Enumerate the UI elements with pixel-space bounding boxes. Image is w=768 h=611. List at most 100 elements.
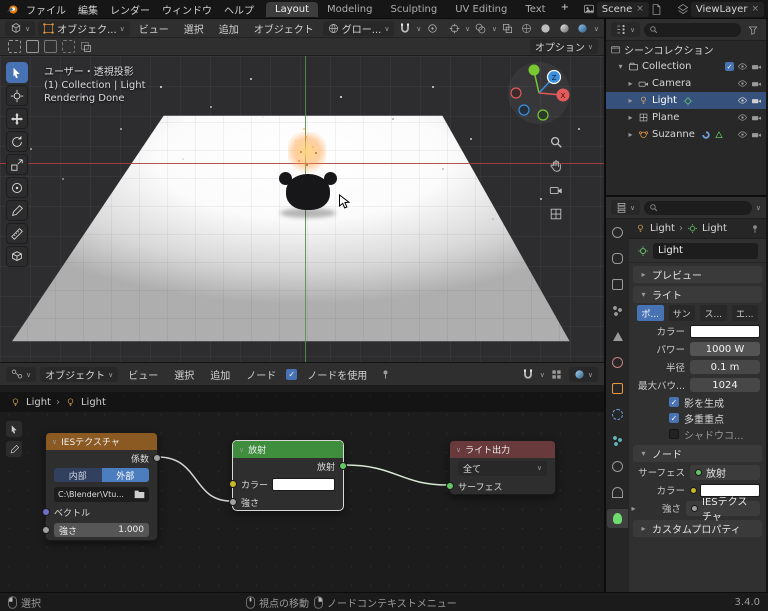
- tool-transform[interactable]: [6, 177, 28, 198]
- tool-add-primitive[interactable]: [6, 246, 28, 267]
- chevron-down-icon[interactable]: [465, 23, 470, 34]
- sh-overlays-icon[interactable]: [549, 366, 565, 382]
- outliner-row-plane[interactable]: ▸ Plane: [606, 109, 766, 126]
- toggle-perspective-icon[interactable]: [548, 206, 564, 222]
- chevron-down-icon[interactable]: [492, 23, 497, 34]
- expand-icon[interactable]: ▾: [616, 62, 625, 71]
- pan-hand-icon[interactable]: [548, 158, 564, 174]
- expand-icon[interactable]: ▸: [626, 113, 635, 122]
- menu-edit[interactable]: 編集: [72, 2, 104, 17]
- editor-type-button-shader[interactable]: [6, 366, 37, 382]
- folder-icon[interactable]: [134, 489, 145, 499]
- shading-solid-icon[interactable]: [538, 20, 554, 36]
- vp-menu-add[interactable]: 追加: [213, 21, 245, 36]
- light-type-point[interactable]: ポ...: [637, 305, 664, 321]
- ies-strength-slider[interactable]: 強さ 1.000: [54, 523, 149, 537]
- select-mode-invert-icon[interactable]: [60, 39, 76, 55]
- sh-menu-add[interactable]: 追加: [204, 367, 236, 382]
- menu-help[interactable]: ヘルプ: [218, 2, 260, 17]
- factor-output-socket[interactable]: [153, 454, 161, 462]
- expand-icon[interactable]: ▸: [626, 96, 635, 105]
- show-gizmo-icon[interactable]: [446, 20, 462, 36]
- tab-constraints[interactable]: [607, 483, 628, 502]
- eye-icon[interactable]: [737, 95, 748, 106]
- editor-type-button-outliner[interactable]: [611, 22, 641, 37]
- shader-editor-canvas[interactable]: Light › Light IESテクスチャ: [0, 386, 604, 592]
- camera-restrict-icon[interactable]: [751, 129, 762, 140]
- sh-snap-magnet-icon[interactable]: [520, 366, 536, 382]
- select-mode-new-icon[interactable]: [6, 39, 22, 55]
- zoom-icon[interactable]: [548, 134, 564, 150]
- scene-unlink-icon[interactable]: ×: [636, 4, 644, 14]
- outliner-search-input[interactable]: [644, 22, 741, 37]
- tab-view-layer[interactable]: [607, 301, 628, 320]
- workspace-tab-uvediting[interactable]: UV Editing: [446, 2, 516, 17]
- overlays-icon[interactable]: [473, 20, 489, 36]
- vp-menu-select[interactable]: 選択: [178, 21, 210, 36]
- transform-orientation-dropdown[interactable]: グロー...: [322, 20, 395, 36]
- pin-icon[interactable]: [377, 366, 393, 382]
- expand-icon[interactable]: ▸: [626, 79, 635, 88]
- mode-dropdown[interactable]: オブジェク...: [38, 20, 130, 36]
- camera-restrict-icon[interactable]: [751, 78, 762, 89]
- node-output-header[interactable]: ライト出力: [450, 441, 555, 458]
- sh-menu-select[interactable]: 選択: [168, 367, 200, 382]
- surface-input-socket[interactable]: [446, 482, 454, 490]
- tool-cursor[interactable]: [6, 85, 28, 106]
- light-data-icon[interactable]: [683, 96, 693, 106]
- shading-material-icon[interactable]: [556, 20, 572, 36]
- chevron-down-icon[interactable]: [756, 202, 761, 213]
- tool-move[interactable]: [6, 108, 28, 129]
- viewlayer-browse-icon[interactable]: [675, 1, 691, 17]
- node-emission[interactable]: 放射 放射 カラー 強さ: [229, 440, 347, 511]
- outliner-row-scene-collection[interactable]: シーンコレクション: [606, 41, 766, 58]
- shadow-checkbox[interactable]: ✓: [669, 397, 679, 407]
- proportional-edit-icon[interactable]: [424, 20, 440, 36]
- workspace-tab-sculpting[interactable]: Sculpting: [382, 2, 447, 17]
- modifier-icon[interactable]: [701, 130, 711, 140]
- camera-restrict-icon[interactable]: [751, 95, 762, 106]
- outliner-row-suzanne[interactable]: ▸ Suzanne: [606, 126, 766, 143]
- snap-magnet-icon[interactable]: [397, 20, 413, 36]
- workspace-tab-modeling[interactable]: Modeling: [318, 2, 382, 17]
- vector-input-socket[interactable]: [42, 508, 50, 516]
- panel-light[interactable]: ▾ ライト: [633, 286, 762, 303]
- workspace-tab-layout[interactable]: Layout: [266, 1, 318, 17]
- workspace-tab-text[interactable]: Text: [516, 2, 554, 17]
- node-ies-texture[interactable]: IESテクスチャ 係数 内部 外部 C:\Blender: [42, 432, 161, 541]
- shading-rendered-icon[interactable]: [575, 20, 591, 36]
- viewlayer-selector[interactable]: ViewLayer ×: [690, 1, 764, 17]
- outliner-row-collection[interactable]: ▾ Collection ✓: [606, 58, 766, 75]
- new-scene-icon[interactable]: [649, 1, 665, 17]
- editor-type-button-3d[interactable]: [5, 20, 36, 36]
- eye-icon[interactable]: [737, 129, 748, 140]
- tab-physics[interactable]: [607, 457, 628, 476]
- select-mode-intersect-icon[interactable]: [78, 39, 94, 55]
- xray-toggle-icon[interactable]: [500, 20, 516, 36]
- panel-preview[interactable]: ▸ プレビュー: [633, 266, 762, 283]
- light-color-swatch[interactable]: [690, 324, 760, 338]
- expand-icon[interactable]: ▸: [629, 504, 638, 513]
- menu-window[interactable]: ウィンドウ: [156, 2, 218, 17]
- vp-menu-view[interactable]: ビュー: [133, 21, 175, 36]
- tool-annotate[interactable]: [6, 200, 28, 221]
- add-workspace-button[interactable]: +: [555, 2, 575, 17]
- tab-particles[interactable]: [607, 431, 628, 450]
- tool-select-box[interactable]: [6, 62, 28, 83]
- eye-icon[interactable]: [737, 78, 748, 89]
- ies-internal-button[interactable]: 内部: [54, 468, 102, 482]
- select-mode-subtract-icon[interactable]: [42, 39, 58, 55]
- viewport-options-dropdown[interactable]: オプション: [529, 39, 598, 54]
- tool-scale[interactable]: [6, 154, 28, 175]
- sh-preview-sphere-dropdown[interactable]: [568, 366, 598, 382]
- chevron-down-icon[interactable]: [594, 23, 599, 34]
- outliner-row-camera[interactable]: ▸ Camera: [606, 75, 766, 92]
- menu-file[interactable]: ファイル: [20, 2, 72, 17]
- eye-icon[interactable]: [737, 112, 748, 123]
- tool-measure[interactable]: [6, 223, 28, 244]
- viewlayer-remove-icon[interactable]: ×: [751, 4, 759, 14]
- tab-output[interactable]: [607, 275, 628, 294]
- shading-wireframe-icon[interactable]: [519, 20, 535, 36]
- editor-type-button-properties[interactable]: [611, 200, 641, 215]
- light-type-spot[interactable]: ス...: [700, 305, 727, 321]
